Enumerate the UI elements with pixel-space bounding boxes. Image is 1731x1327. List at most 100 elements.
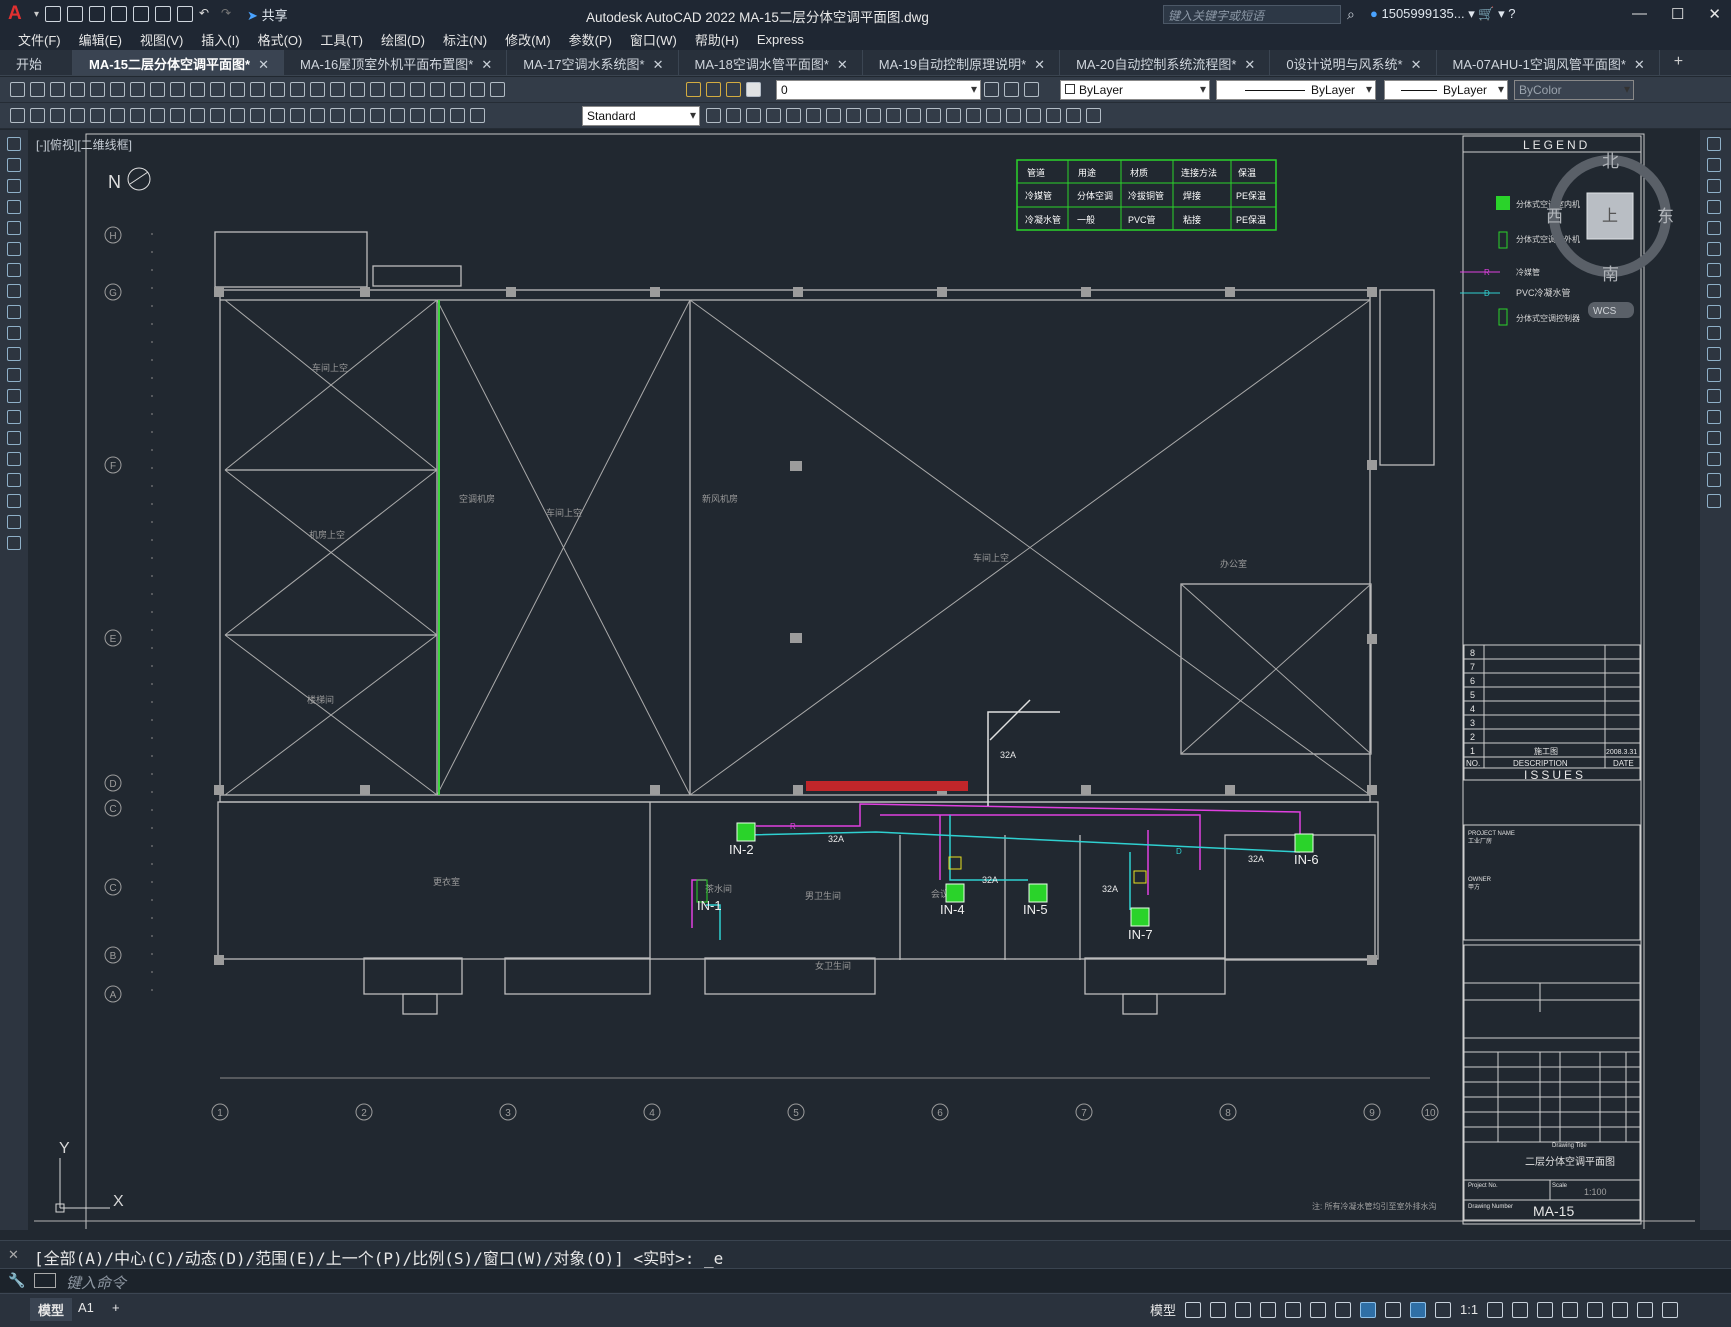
zoom-window-icon[interactable] [330,82,345,97]
save-icon[interactable] [50,82,65,97]
tool-icon[interactable] [370,108,385,123]
copy-icon[interactable] [170,82,185,97]
design-center-icon[interactable] [390,82,405,97]
viewcube-north[interactable]: 北 [1602,152,1619,171]
selection-cycling-icon[interactable] [1360,1301,1377,1318]
region-icon[interactable] [7,473,21,487]
unit-in5-icon[interactable] [1028,883,1048,903]
make-current-icon[interactable] [984,82,999,97]
units-icon[interactable] [1537,1301,1554,1318]
trim-icon[interactable] [1707,326,1721,340]
tab-ma-16[interactable]: MA-16屋顶室外机平面布置图* ✕ [284,50,508,75]
spline-icon[interactable] [7,305,21,319]
tool-icon[interactable] [986,108,1001,123]
viewcube-south[interactable]: 南 [1602,265,1619,284]
menu-dimension[interactable]: 标注(N) [443,30,487,49]
drawing-canvas[interactable]: N H G F E D C C B A 1 2 3 4 5 6 7 8 9 10… [28,130,1700,1232]
tab-ma-07[interactable]: MA-07AHU-1空调风管平面图* ✕ [1437,50,1660,75]
break-icon[interactable] [1707,389,1721,403]
text-icon[interactable] [7,515,21,529]
polar-icon[interactable] [1260,1301,1277,1318]
tool-icon[interactable] [410,108,425,123]
move-icon[interactable] [1707,242,1721,256]
zoom-realtime-icon[interactable] [310,82,325,97]
tab-design-notes[interactable]: 0设计说明与风系统* ✕ [1270,50,1437,75]
tab-model[interactable]: 模型 [30,1298,73,1321]
auto-scale-icon[interactable] [1435,1301,1452,1318]
tool-icon[interactable] [330,108,345,123]
viewcube-west[interactable]: 西 [1546,207,1563,226]
app-menu-chevron-icon[interactable]: ▾ [34,9,39,20]
line-icon[interactable] [7,137,21,151]
dimstyle-dropdown[interactable]: Standard [582,106,700,126]
hatch-icon[interactable] [7,431,21,445]
layer-states-icon[interactable] [1024,82,1039,97]
match-properties-icon[interactable] [210,82,225,97]
tool-icon[interactable] [746,108,761,123]
tool-icon[interactable] [250,108,265,123]
3d-print-icon[interactable] [130,82,145,97]
copy-icon[interactable] [1707,158,1721,172]
layer-dropdown[interactable]: 0 [776,80,981,100]
close-tab-icon[interactable]: ✕ [1034,57,1045,72]
mirror-icon[interactable] [1707,179,1721,193]
tool-icon[interactable] [230,108,245,123]
command-prompt-icon[interactable] [34,1273,56,1288]
arc-icon[interactable] [7,242,21,256]
model-space-label[interactable]: 模型 [1150,1300,1176,1319]
lineweight-icon[interactable] [1385,1301,1402,1318]
zoom-previous-icon[interactable] [350,82,365,97]
menu-modify[interactable]: 修改(M) [505,30,551,49]
calculator-icon[interactable] [470,82,485,97]
color-dropdown[interactable]: ByLayer [1060,80,1210,100]
gradient-icon[interactable] [7,452,21,466]
clean-screen-icon[interactable] [1637,1301,1654,1318]
tool-icon[interactable] [10,108,25,123]
erase-icon[interactable] [1707,137,1721,151]
tool-icon[interactable] [390,108,405,123]
new-tab-button[interactable]: + [1674,53,1683,75]
tool-icon[interactable] [1066,108,1081,123]
construction-line-icon[interactable] [7,158,21,172]
viewcube-east[interactable]: 东 [1657,207,1674,226]
rotate-icon[interactable] [1707,263,1721,277]
tool-icon[interactable] [190,108,205,123]
tool-icon[interactable] [806,108,821,123]
tool-icon[interactable] [350,108,365,123]
tool-icon[interactable] [866,108,881,123]
table-icon[interactable] [7,494,21,508]
layer-color-icon[interactable] [746,82,761,97]
pan-icon[interactable] [290,82,305,97]
unit-in6-icon[interactable] [1294,833,1314,853]
point-icon[interactable] [7,410,21,424]
lock-ui-icon[interactable] [1587,1301,1604,1318]
drawing-svg[interactable]: N HGFEDCCBA 1 2 3 4 5 6 7 8 9 10 车间上空 车间… [28,130,1700,1232]
tool-icon[interactable] [966,108,981,123]
menu-window[interactable]: 窗口(W) [630,30,677,49]
workspace-gear-icon[interactable] [1487,1301,1504,1318]
tool-icon[interactable] [726,108,741,123]
tool-icon[interactable] [290,108,305,123]
blend-icon[interactable] [1707,473,1721,487]
unit-in2-icon[interactable] [736,822,756,842]
rectangle-icon[interactable] [7,221,21,235]
search-input[interactable]: 键入关键字或短语 [1163,5,1341,24]
ellipse-icon[interactable] [7,326,21,340]
menu-file[interactable]: 文件(F) [18,30,61,49]
close-tab-icon[interactable]: ✕ [258,57,269,72]
undo-icon[interactable] [250,82,265,97]
markup-icon[interactable] [450,82,465,97]
annotation-visibility-icon[interactable] [1410,1301,1427,1318]
close-command-icon[interactable]: ✕ [8,1247,19,1263]
new-file-icon[interactable] [45,6,62,22]
insert-block-icon[interactable] [7,368,21,382]
array-icon[interactable] [1707,221,1721,235]
break-point-icon[interactable] [1707,368,1721,382]
tab-ma-15[interactable]: MA-15二层分体空调平面图* ✕ [73,50,284,75]
extend-icon[interactable] [1707,347,1721,361]
tool-icon[interactable] [210,108,225,123]
layer-freeze-icon[interactable] [706,82,721,97]
tool-palettes-icon[interactable] [410,82,425,97]
polygon-icon[interactable] [7,200,21,214]
maximize-button[interactable]: ☐ [1671,5,1684,23]
